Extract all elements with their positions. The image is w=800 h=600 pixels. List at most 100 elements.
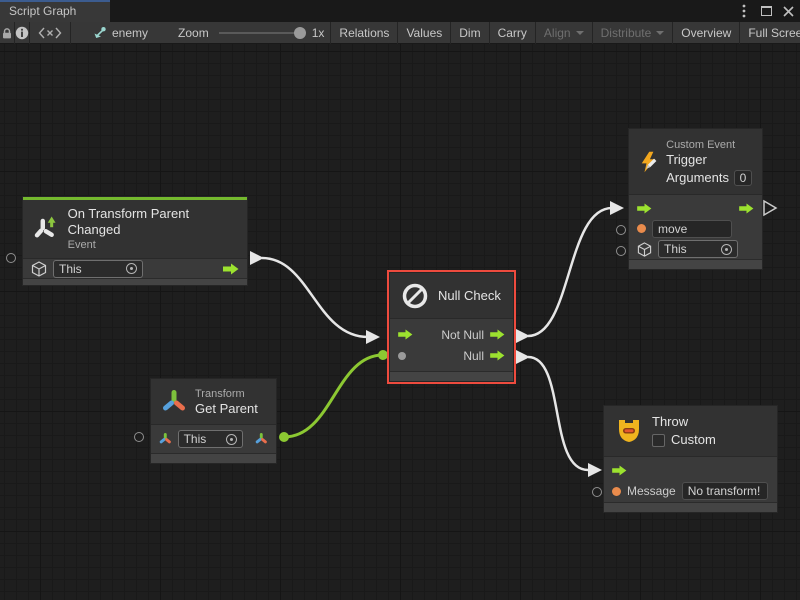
custom-checkbox-label: Custom [671,432,716,448]
node-null-check[interactable]: Null Check Not Null Null [389,272,514,382]
custom-event-icon [639,146,658,178]
graph-asset-icon [93,26,107,40]
carry-button[interactable]: Carry [489,22,535,44]
node-footer [390,371,513,381]
unconnected-input-port[interactable] [592,487,602,497]
node-on-transform-parent-changed[interactable]: On Transform Parent Changed Event This [22,196,248,286]
unconnected-input-port[interactable] [6,253,16,263]
value-input-port[interactable] [398,352,406,360]
flow-input-port[interactable] [612,465,627,476]
graph-toolbar: enemy Zoom 1x Relations Values Dim Carry… [0,22,800,44]
arguments-label: Arguments [666,170,729,186]
dim-button[interactable]: Dim [450,22,488,44]
flow-output-port[interactable] [490,350,505,361]
flow-input-port[interactable] [637,203,652,214]
node-header-text: On Transform Parent Changed Event [68,206,237,252]
message-field[interactable]: No transform! [682,482,768,500]
object-picker-icon[interactable] [126,263,137,274]
node-header: Custom Event Trigger Arguments 0 [629,129,762,195]
info-icon [15,26,29,40]
kebab-menu-icon[interactable] [736,3,752,19]
node-header-text: Throw Custom [652,414,716,448]
string-input-port[interactable] [612,487,621,496]
target-dropdown[interactable]: This [178,430,244,448]
tab-title: Script Graph [9,4,76,18]
overview-button[interactable]: Overview [672,22,739,44]
lock-button[interactable] [0,22,15,44]
unconnected-input-port[interactable] [616,225,626,235]
close-icon[interactable] [780,3,796,19]
graph-name-label: enemy [112,26,148,40]
node-port-row: Not Null [390,324,513,345]
output-label: Null [463,349,484,363]
node-port-row: move [629,219,762,239]
node-title: Throw [652,414,716,430]
gameobject-cube-icon [637,242,652,257]
toolbar-buttons: Relations Values Dim Carry Align Distrib… [330,22,800,44]
chevron-down-icon [576,31,584,35]
transform-output-port[interactable] [255,432,268,446]
null-check-icon [400,281,430,311]
string-input-port[interactable] [637,224,646,233]
distribute-button[interactable]: Distribute [592,22,673,44]
zoom-value: 1x [312,26,325,40]
throw-error-icon [614,417,644,445]
node-header: Transform Get Parent [151,379,276,425]
node-header-text: Custom Event Trigger Arguments 0 [666,138,752,186]
object-picker-icon[interactable] [226,434,237,445]
values-button[interactable]: Values [397,22,450,44]
gameobject-cube-icon [31,261,47,277]
graph-reference[interactable]: enemy [93,26,148,40]
tab-script-graph[interactable]: Script Graph [0,0,110,22]
node-header: On Transform Parent Changed Event [23,200,247,259]
node-custom-event-trigger[interactable]: Custom Event Trigger Arguments 0 [628,128,763,270]
chevron-down-icon [656,31,664,35]
maximize-icon[interactable] [758,3,774,19]
transform-input-port[interactable] [159,432,172,446]
flow-input-port[interactable] [398,329,413,340]
node-footer [23,278,247,285]
node-port-row [629,198,762,218]
align-button[interactable]: Align [535,22,592,44]
zoom-label: Zoom [178,26,209,40]
node-throw[interactable]: Throw Custom Message No transform! [603,405,778,513]
transform-icon [161,389,187,415]
node-title: Trigger [666,152,752,168]
transform-event-icon [33,215,60,243]
node-get-parent[interactable]: Transform Get Parent This [150,378,277,464]
event-name-field[interactable]: move [652,220,732,238]
output-label: Not Null [441,328,484,342]
message-label: Message [627,484,676,498]
tab-active-highlight [0,0,110,2]
code-view-button[interactable] [30,22,71,44]
node-subtitle: Event [68,238,237,252]
target-dropdown[interactable]: This [658,240,738,258]
node-footer [629,259,762,269]
flow-output-port[interactable] [739,203,754,214]
flow-output-port[interactable] [223,263,239,275]
unconnected-input-port[interactable] [134,432,144,442]
node-header-text: Transform Get Parent [195,387,258,417]
script-graph-window: Script Graph [0,0,800,600]
window-controls [736,0,796,22]
relations-button[interactable]: Relations [330,22,397,44]
unconnected-input-port[interactable] [616,246,626,256]
zoom-slider[interactable] [219,32,304,34]
object-picker-icon[interactable] [721,244,732,255]
arguments-count-field[interactable]: 0 [734,170,752,186]
node-category: Transform [195,387,258,401]
node-header: Throw Custom [604,406,777,457]
target-dropdown[interactable]: This [53,260,143,278]
node-category: Custom Event [666,138,752,152]
flow-output-port[interactable] [490,329,505,340]
node-title: Null Check [438,288,501,304]
node-title: Get Parent [195,401,258,417]
zoom-slider-handle[interactable] [294,27,306,39]
node-header: Null Check [390,273,513,319]
node-footer [151,453,276,463]
info-button[interactable] [15,22,30,44]
full-screen-button[interactable]: Full Screen [739,22,800,44]
custom-checkbox[interactable] [652,434,665,447]
node-port-row: This [23,259,247,278]
node-title: On Transform Parent Changed [68,206,237,238]
